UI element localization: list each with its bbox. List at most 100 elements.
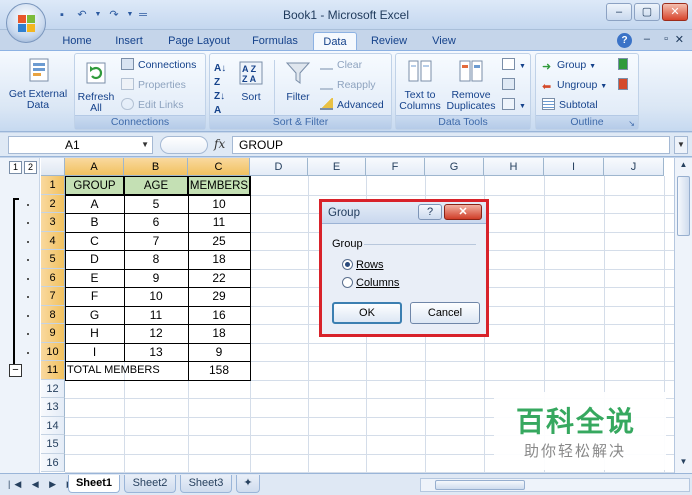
sort-button[interactable]: A Z Z A Sort (236, 60, 266, 103)
cell-a7[interactable]: F (65, 287, 124, 306)
ungroup-button[interactable]: ⬅ Ungroup ▼ (542, 78, 607, 93)
ribbon-restore-icon[interactable]: ▫ (664, 33, 668, 45)
cell-c3[interactable]: 11 (188, 213, 250, 232)
cell-b4[interactable]: 7 (124, 232, 188, 251)
cell-a11[interactable]: TOTAL MEMBERS (65, 361, 188, 380)
cell-b1[interactable]: AGE (124, 176, 188, 195)
office-button[interactable] (6, 3, 46, 43)
properties-button[interactable]: Properties (121, 78, 186, 92)
cell-c6[interactable]: 22 (188, 269, 250, 288)
horizontal-scrollbar[interactable] (420, 478, 690, 492)
vertical-scrollbar[interactable]: ▲ ▼ (674, 158, 692, 473)
minimize-button[interactable]: – (606, 3, 632, 21)
formula-expander-icon[interactable] (160, 136, 208, 154)
maximize-button[interactable]: ▢ (634, 3, 660, 21)
consolidate-button[interactable] (502, 78, 519, 92)
what-if-analysis-button[interactable]: ▼ (502, 98, 526, 112)
select-all-corner[interactable] (41, 158, 65, 176)
outline-level-2-button[interactable]: 2 (24, 161, 37, 174)
column-header-g[interactable]: G (425, 158, 484, 176)
ok-button[interactable]: OK (332, 302, 402, 324)
help-icon[interactable]: ? (617, 33, 632, 48)
row-header-16[interactable]: 16 (41, 453, 65, 472)
tab-home[interactable]: Home (58, 32, 96, 50)
column-header-e[interactable]: E (308, 158, 366, 176)
row-header-5[interactable]: 5 (41, 250, 65, 269)
row-header-7[interactable]: 7 (41, 287, 65, 306)
dialog-help-button[interactable]: ? (418, 204, 442, 220)
row-header-2[interactable]: 2 (41, 194, 65, 213)
cell-a10[interactable]: I (65, 343, 124, 362)
column-header-h[interactable]: H (484, 158, 544, 176)
cell-c9[interactable]: 18 (188, 324, 250, 343)
insert-sheet-icon[interactable]: ✦ (236, 475, 260, 493)
cancel-button[interactable]: Cancel (410, 302, 480, 324)
column-header-a[interactable]: A (65, 158, 124, 176)
tab-view[interactable]: View (427, 32, 461, 50)
ribbon-minimize-icon[interactable]: – (644, 33, 650, 45)
column-header-j[interactable]: J (604, 158, 664, 176)
outline-level-1-button[interactable]: 1 (9, 161, 22, 174)
remove-duplicates-button[interactable]: Remove Duplicates (444, 58, 498, 112)
column-header-b[interactable]: B (124, 158, 188, 176)
hide-detail-button[interactable] (618, 78, 632, 92)
row-header-14[interactable]: 14 (41, 416, 65, 435)
cell-a6[interactable]: E (65, 269, 124, 288)
cell-c8[interactable]: 16 (188, 306, 250, 325)
get-external-data-button[interactable]: Get External Data (8, 57, 70, 111)
cell-b5[interactable]: 8 (124, 250, 188, 269)
vertical-scroll-thumb[interactable] (677, 176, 690, 236)
cell-c4[interactable]: 25 (188, 232, 250, 251)
data-validation-button[interactable]: ▼ (502, 58, 526, 72)
row-header-8[interactable]: 8 (41, 305, 65, 324)
cell-a4[interactable]: C (65, 232, 124, 251)
cell-a9[interactable]: H (65, 324, 124, 343)
cell-a1[interactable]: GROUP (65, 176, 124, 195)
connections-button[interactable]: Connections (121, 58, 196, 72)
reapply-button[interactable]: Reapply (320, 78, 376, 92)
cell-c11[interactable]: 158 (188, 361, 250, 380)
name-box[interactable]: A1 ▼ (8, 136, 153, 154)
row-header-4[interactable]: 4 (41, 231, 65, 250)
radio-columns[interactable]: Columns (342, 276, 422, 290)
edit-links-button[interactable]: Edit Links (121, 98, 184, 112)
row-header-10[interactable]: 10 (41, 342, 65, 361)
text-to-columns-button[interactable]: Text to Columns (398, 58, 442, 112)
cell-b3[interactable]: 6 (124, 213, 188, 232)
scroll-up-icon[interactable]: ▲ (677, 160, 690, 174)
tab-insert[interactable]: Insert (110, 32, 148, 50)
cell-a5[interactable]: D (65, 250, 124, 269)
ribbon-close-icon[interactable]: ✕ (675, 33, 684, 46)
sheet-tab-3[interactable]: Sheet3 (180, 475, 232, 493)
row-header-1[interactable]: 1 (41, 176, 65, 195)
close-button[interactable]: ✕ (662, 3, 688, 21)
row-header-9[interactable]: 9 (41, 324, 65, 343)
name-box-dropdown-icon[interactable]: ▼ (141, 137, 149, 153)
radio-rows[interactable]: Rows (342, 258, 422, 272)
row-header-13[interactable]: 13 (41, 398, 65, 417)
column-header-f[interactable]: F (366, 158, 425, 176)
cell-b2[interactable]: 5 (124, 195, 188, 214)
expand-formula-bar-icon[interactable]: ▼ (674, 136, 688, 154)
scroll-down-icon[interactable]: ▼ (677, 457, 690, 471)
outline-collapse-button[interactable]: − (9, 364, 22, 377)
sort-a-z-button[interactable]: A↓ Z (214, 62, 226, 88)
column-header-c[interactable]: C (188, 158, 250, 176)
column-header-d[interactable]: D (250, 158, 308, 176)
row-header-12[interactable]: 12 (41, 379, 65, 398)
cell-b7[interactable]: 10 (124, 287, 188, 306)
insert-function-button[interactable]: fx (214, 137, 225, 151)
sort-z-a-button[interactable]: Z↓ A (214, 90, 225, 116)
clear-button[interactable]: Clear (320, 58, 362, 72)
cell-a3[interactable]: B (65, 213, 124, 232)
refresh-all-button[interactable]: Refresh All (77, 60, 117, 114)
dialog-close-button[interactable]: ✕ (444, 204, 482, 220)
tab-formulas[interactable]: Formulas (248, 32, 302, 50)
cell-c1[interactable]: MEMBERS (188, 176, 250, 195)
cell-b8[interactable]: 11 (124, 306, 188, 325)
tab-data[interactable]: Data (313, 32, 357, 50)
sheet-tab-2[interactable]: Sheet2 (124, 475, 176, 493)
row-header-6[interactable]: 6 (41, 268, 65, 287)
row-header-11[interactable]: 11 (41, 361, 65, 380)
row-header-3[interactable]: 3 (41, 213, 65, 232)
